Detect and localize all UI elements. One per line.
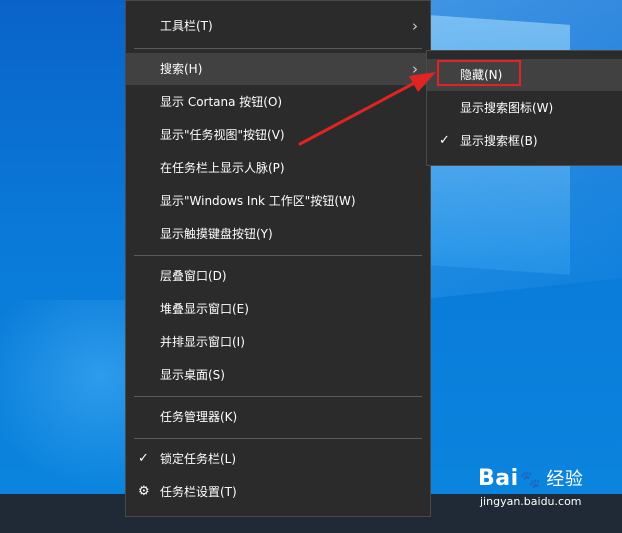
watermark-brand-left: Bai — [478, 466, 519, 491]
baidu-jingyan-watermark: Bai🐾 经验 jingyan.baidu.com — [478, 466, 618, 528]
annotation-arrow — [298, 72, 436, 146]
watermark-brand-right: 经验 — [546, 469, 584, 490]
paw-icon: 🐾 — [519, 470, 542, 490]
watermark-url: jingyan.baidu.com — [480, 495, 582, 508]
